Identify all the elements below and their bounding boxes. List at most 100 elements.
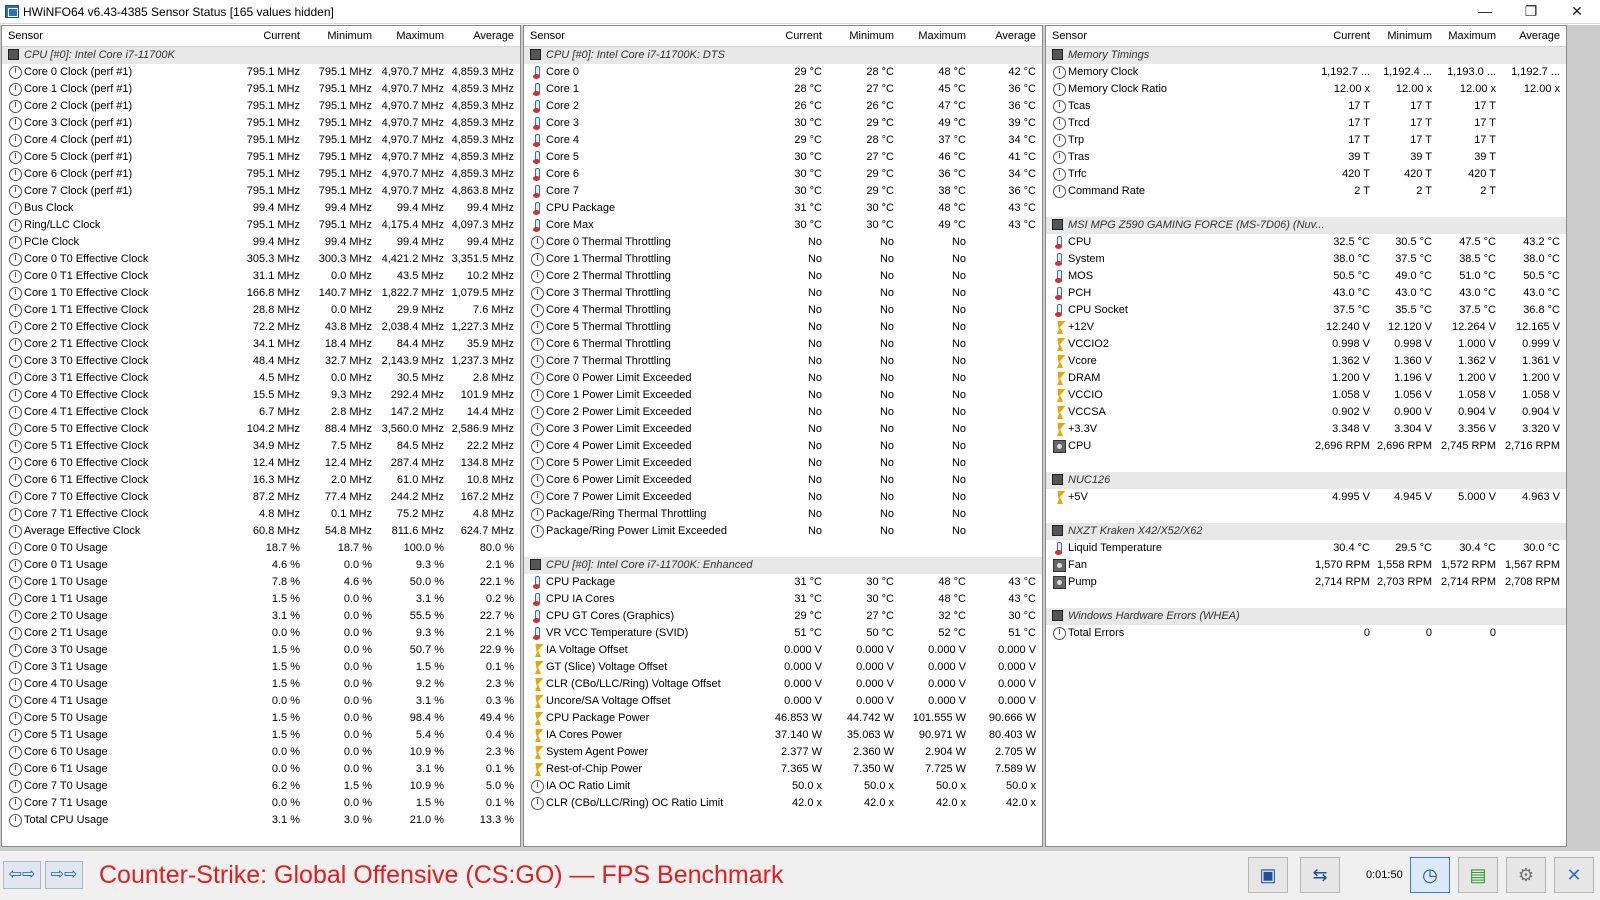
sensor-row[interactable]: GT (Slice) Voltage Offset 0.000 V 0.000 V 0… bbox=[524, 659, 1042, 676]
sensor-row[interactable]: Core 7 T0 Usage 6.2 % 1.5 % 10.9 % 5.0 % bbox=[2, 778, 520, 795]
sensor-row[interactable]: Core 6 Clock (perf #1) 795.1 MHz 795.1 MHz… bbox=[2, 166, 520, 183]
sensor-row[interactable]: Core 5 T0 Usage 1.5 % 0.0 % 98.4 % 49.4 % bbox=[2, 710, 520, 727]
sensor-row[interactable]: Memory Clock Ratio 12.00 x 12.00 x 12.00 x 1… bbox=[1046, 81, 1566, 98]
header-maximum[interactable]: Maximum bbox=[396, 30, 444, 42]
header-minimum[interactable]: Minimum bbox=[849, 30, 894, 42]
sensor-row[interactable]: Core 6 30 °C 29 °C 36 °C 34 °C bbox=[524, 166, 1042, 183]
sensor-row[interactable]: CLR (CBo/LLC/Ring) OC Ratio Limit 42.0 x 4… bbox=[524, 795, 1042, 812]
header-current[interactable]: Current bbox=[263, 30, 300, 42]
sensor-row[interactable]: Core 2 T1 Effective Clock 34.1 MHz 18.4 MH… bbox=[2, 336, 520, 353]
sensor-row[interactable]: Core 3 T1 Usage 1.5 % 0.0 % 1.5 % 0.1 % bbox=[2, 659, 520, 676]
sensor-row[interactable]: CPU 2,696 RPM 2,696 RPM 2,745 RPM 2,716 RPM bbox=[1046, 438, 1566, 455]
sensor-row[interactable]: Core 4 T1 Effective Clock 6.7 MHz 2.8 MHz 1… bbox=[2, 404, 520, 421]
sensor-row[interactable]: Core 2 Power Limit Exceeded No No No bbox=[524, 404, 1042, 421]
sensor-row[interactable]: Core 2 T0 Effective Clock 72.2 MHz 43.8 MH… bbox=[2, 319, 520, 336]
sensor-group-header[interactable]: NUC126 bbox=[1046, 472, 1566, 489]
sensor-row[interactable]: VCCIO2 0.998 V 0.998 V 1.000 V 0.999 V bbox=[1046, 336, 1566, 353]
sensor-row[interactable]: Core 1 T0 Usage 7.8 % 4.6 % 50.0 % 22.1 % bbox=[2, 574, 520, 591]
sensor-group-header[interactable]: NXZT Kraken X42/X52/X62 bbox=[1046, 523, 1566, 540]
sensor-row[interactable]: Liquid Temperature 30.4 °C 29.5 °C 30.4 °C 3… bbox=[1046, 540, 1566, 557]
close-button[interactable]: ✕ bbox=[1554, 0, 1600, 24]
sensor-row[interactable]: Core 3 T0 Usage 1.5 % 0.0 % 50.7 % 22.9 % bbox=[2, 642, 520, 659]
sensor-row[interactable]: Core 6 T1 Effective Clock 16.3 MHz 2.0 MHz… bbox=[2, 472, 520, 489]
sensor-row[interactable]: System 38.0 °C 37.5 °C 38.5 °C 38.0 °C bbox=[1046, 251, 1566, 268]
sensor-group-header[interactable]: CPU [#0]: Intel Core i7-11700K: Enhanced bbox=[524, 557, 1042, 574]
header-sensor[interactable]: Sensor bbox=[530, 30, 565, 42]
sensor-row[interactable]: VCCSA 0.902 V 0.900 V 0.904 V 0.904 V bbox=[1046, 404, 1566, 421]
column-header[interactable]: Sensor Current Minimum Maximum Average bbox=[2, 26, 520, 47]
sensor-row[interactable]: Package/Ring Thermal Throttling No No No bbox=[524, 506, 1042, 523]
sensor-row[interactable]: Core 0 Clock (perf #1) 795.1 MHz 795.1 MHz… bbox=[2, 64, 520, 81]
sensor-row[interactable]: Core 6 T1 Usage 0.0 % 0.0 % 3.1 % 0.1 % bbox=[2, 761, 520, 778]
header-current[interactable]: Current bbox=[785, 30, 822, 42]
sensor-row[interactable]: Core 7 T1 Effective Clock 4.8 MHz 0.1 MHz 7… bbox=[2, 506, 520, 523]
sensor-row[interactable]: Core 7 Power Limit Exceeded No No No bbox=[524, 489, 1042, 506]
sensor-row[interactable]: Core 2 T1 Usage 0.0 % 0.0 % 9.3 % 2.1 % bbox=[2, 625, 520, 642]
sensor-row[interactable]: Core 3 T1 Effective Clock 4.5 MHz 0.0 MHz 3… bbox=[2, 370, 520, 387]
monitor-icon[interactable]: ▣ bbox=[1248, 857, 1288, 893]
header-minimum[interactable]: Minimum bbox=[1387, 30, 1432, 42]
sensor-row[interactable]: Total CPU Usage 3.1 % 3.0 % 21.0 % 13.3 % bbox=[2, 812, 520, 829]
sensor-row[interactable]: Core 5 Clock (perf #1) 795.1 MHz 795.1 MHz… bbox=[2, 149, 520, 166]
nav-arrows-button[interactable]: ⇦⇨ bbox=[3, 861, 41, 889]
sensor-row[interactable]: Core 4 Clock (perf #1) 795.1 MHz 795.1 MHz… bbox=[2, 132, 520, 149]
sensor-row[interactable]: Core 7 T1 Usage 0.0 % 0.0 % 1.5 % 0.1 % bbox=[2, 795, 520, 812]
sensor-group-header[interactable]: CPU [#0]: Intel Core i7-11700K bbox=[2, 47, 520, 64]
sensor-row[interactable]: Bus Clock 99.4 MHz 99.4 MHz 99.4 MHz 99.4 MH… bbox=[2, 200, 520, 217]
column-header[interactable]: Sensor Current Minimum Maximum Average bbox=[524, 26, 1042, 47]
header-average[interactable]: Average bbox=[995, 30, 1036, 42]
sensor-row[interactable]: CPU Package Power 46.853 W 44.742 W 101.555… bbox=[524, 710, 1042, 727]
sensor-row[interactable]: Rest-of-Chip Power 7.365 W 7.350 W 7.725 W 7… bbox=[524, 761, 1042, 778]
sensor-group-header[interactable]: MSI MPG Z590 GAMING FORCE (MS-7D06) (Nuv… bbox=[1046, 217, 1566, 234]
sensor-row[interactable]: VCCIO 1.058 V 1.056 V 1.058 V 1.058 V bbox=[1046, 387, 1566, 404]
sensor-row[interactable]: Core 7 Clock (perf #1) 795.1 MHz 795.1 MHz… bbox=[2, 183, 520, 200]
sensor-row[interactable]: Core 4 T0 Usage 1.5 % 0.0 % 9.2 % 2.3 % bbox=[2, 676, 520, 693]
header-maximum[interactable]: Maximum bbox=[1448, 30, 1496, 42]
sensor-row[interactable]: Ring/LLC Clock 795.1 MHz 795.1 MHz 4,175.4 … bbox=[2, 217, 520, 234]
nav-forward-button[interactable]: ⇨⇨ bbox=[45, 861, 83, 889]
sensor-row[interactable]: Vcore 1.362 V 1.360 V 1.362 V 1.361 V bbox=[1046, 353, 1566, 370]
sensor-row[interactable]: Fan 1,570 RPM 1,558 RPM 1,572 RPM 1,567 RPM bbox=[1046, 557, 1566, 574]
sensor-row[interactable]: Core 3 T0 Effective Clock 48.4 MHz 32.7 MH… bbox=[2, 353, 520, 370]
sensor-row[interactable]: IA OC Ratio Limit 50.0 x 50.0 x 50.0 x 50.0 … bbox=[524, 778, 1042, 795]
header-current[interactable]: Current bbox=[1333, 30, 1370, 42]
sensor-row[interactable]: MOS 50.5 °C 49.0 °C 51.0 °C 50.5 °C bbox=[1046, 268, 1566, 285]
column-header[interactable]: Sensor Current Minimum Maximum Average bbox=[1046, 26, 1566, 47]
close-x-icon[interactable]: ✕ bbox=[1554, 857, 1594, 893]
sensor-row[interactable]: +5V 4.995 V 4.945 V 5.000 V 4.963 V bbox=[1046, 489, 1566, 506]
sensor-row[interactable]: Core 4 T1 Usage 0.0 % 0.0 % 3.1 % 0.3 % bbox=[2, 693, 520, 710]
sensor-row[interactable]: Core 5 Thermal Throttling No No No bbox=[524, 319, 1042, 336]
sensor-row[interactable]: Core 6 T0 Effective Clock 12.4 MHz 12.4 MH… bbox=[2, 455, 520, 472]
sensor-row[interactable]: Core 7 Thermal Throttling No No No bbox=[524, 353, 1042, 370]
sensor-row[interactable]: Core 4 29 °C 28 °C 37 °C 34 °C bbox=[524, 132, 1042, 149]
sensor-row[interactable]: Core 0 29 °C 28 °C 48 °C 42 °C bbox=[524, 64, 1042, 81]
sensor-row[interactable]: Core 5 30 °C 27 °C 46 °C 41 °C bbox=[524, 149, 1042, 166]
sensor-row[interactable]: Core 3 30 °C 29 °C 49 °C 39 °C bbox=[524, 115, 1042, 132]
sensor-row[interactable]: Uncore/SA Voltage Offset 0.000 V 0.000 V 0.… bbox=[524, 693, 1042, 710]
sensor-row[interactable]: Core 1 Power Limit Exceeded No No No bbox=[524, 387, 1042, 404]
sensor-row[interactable]: Average Effective Clock 60.8 MHz 54.8 MHz 8… bbox=[2, 523, 520, 540]
settings-gear-icon[interactable]: ⚙ bbox=[1506, 857, 1546, 893]
sensor-group-header[interactable]: Memory Timings bbox=[1046, 47, 1566, 64]
sensor-row[interactable]: Core 6 Thermal Throttling No No No bbox=[524, 336, 1042, 353]
sensor-row[interactable]: Core 5 Power Limit Exceeded No No No bbox=[524, 455, 1042, 472]
sensor-row[interactable]: Trfc 420 T 420 T 420 T bbox=[1046, 166, 1566, 183]
sensor-row[interactable]: Core 0 T0 Usage 18.7 % 18.7 % 100.0 % 80.0 % bbox=[2, 540, 520, 557]
sensor-row[interactable]: PCIe Clock 99.4 MHz 99.4 MHz 99.4 MHz 99.4 M… bbox=[2, 234, 520, 251]
sensor-row[interactable]: Total Errors 0 0 0 bbox=[1046, 625, 1566, 642]
sensor-row[interactable]: Trcd 17 T 17 T 17 T bbox=[1046, 115, 1566, 132]
sensor-row[interactable]: Core 5 T1 Usage 1.5 % 0.0 % 5.4 % 0.4 % bbox=[2, 727, 520, 744]
sensor-row[interactable]: Core 0 Thermal Throttling No No No bbox=[524, 234, 1042, 251]
sensor-row[interactable]: Core 2 Clock (perf #1) 795.1 MHz 795.1 MHz… bbox=[2, 98, 520, 115]
sensor-row[interactable]: Core 1 Thermal Throttling No No No bbox=[524, 251, 1042, 268]
sensor-row[interactable]: Core 0 T1 Usage 4.6 % 0.0 % 9.3 % 2.1 % bbox=[2, 557, 520, 574]
sensor-row[interactable]: Core 1 T1 Usage 1.5 % 0.0 % 3.1 % 0.2 % bbox=[2, 591, 520, 608]
clock-icon[interactable]: ◷ bbox=[1410, 857, 1450, 893]
sensor-row[interactable]: Core 1 T0 Effective Clock 166.8 MHz 140.7 … bbox=[2, 285, 520, 302]
sensor-row[interactable]: Core 5 T0 Effective Clock 104.2 MHz 88.4 M… bbox=[2, 421, 520, 438]
sensor-row[interactable]: +12V 12.240 V 12.120 V 12.264 V 12.165 V bbox=[1046, 319, 1566, 336]
sensor-row[interactable]: CPU 32.5 °C 30.5 °C 47.5 °C 43.2 °C bbox=[1046, 234, 1566, 251]
sensor-row[interactable]: Core 0 Power Limit Exceeded No No No bbox=[524, 370, 1042, 387]
sensor-row[interactable]: CPU GT Cores (Graphics) 29 °C 27 °C 32 °C 30… bbox=[524, 608, 1042, 625]
sensor-row[interactable]: Tras 39 T 39 T 39 T bbox=[1046, 149, 1566, 166]
